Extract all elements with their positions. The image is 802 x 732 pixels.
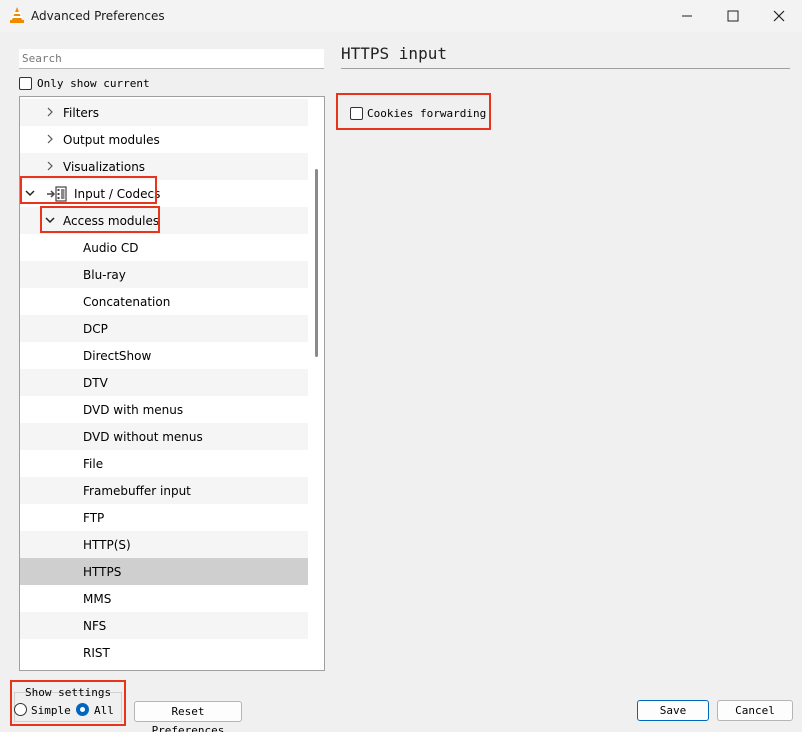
show-settings-label: Show settings: [25, 686, 112, 699]
tree-item-rist[interactable]: RIST: [20, 639, 308, 666]
tree-item-dvd-with-menus[interactable]: DVD with menus: [20, 396, 308, 423]
chevron-right-icon: [47, 161, 53, 171]
tree-scrollbar-thumb[interactable]: [315, 169, 318, 357]
preferences-tree[interactable]: Filters Output modules Visualizations In…: [19, 96, 325, 671]
tree-item-label: RIST: [83, 646, 110, 660]
tree-item-directshow[interactable]: DirectShow: [20, 342, 308, 369]
tree-item-file[interactable]: File: [20, 450, 308, 477]
tree-item-label: Output modules: [63, 133, 160, 147]
tree-item-label: HTTPS: [83, 565, 122, 579]
chevron-right-icon: [47, 107, 53, 117]
tree-item-audio-cd[interactable]: Audio CD: [20, 234, 308, 261]
tree-item-label: DVD with menus: [83, 403, 184, 417]
tree-item-https[interactable]: HTTPS: [20, 558, 308, 585]
vlc-cone-icon: [10, 7, 24, 23]
tree-item-label: Access modules: [63, 214, 160, 228]
tree-item-label: Audio CD: [83, 241, 139, 255]
cookies-forwarding-label: Cookies forwarding: [367, 107, 487, 120]
title-bar: Advanced Preferences: [0, 0, 802, 32]
cancel-button[interactable]: Cancel: [717, 700, 793, 721]
tree-item-label: HTTP(S): [83, 538, 131, 552]
tree-item-label: DTV: [83, 376, 108, 390]
all-label: All: [94, 704, 114, 717]
chevron-right-icon: [47, 134, 53, 144]
tree-item-access-modules[interactable]: Access modules: [20, 207, 308, 234]
all-radio[interactable]: [76, 703, 89, 716]
tree-item-nfs[interactable]: NFS: [20, 612, 308, 639]
search-input[interactable]: [19, 49, 324, 68]
tree-item-framebuffer-input[interactable]: Framebuffer input: [20, 477, 308, 504]
tree-item-label: Visualizations: [63, 160, 146, 174]
minimize-icon[interactable]: [664, 0, 710, 32]
tree-item-label: NFS: [83, 619, 107, 633]
only-show-current-label: Only show current: [37, 77, 150, 90]
window-title: Advanced Preferences: [31, 9, 165, 23]
maximize-icon[interactable]: [710, 0, 756, 32]
search-field[interactable]: [19, 49, 324, 69]
tree-item-label: FTP: [83, 511, 105, 525]
tree-item-mms[interactable]: MMS: [20, 585, 308, 612]
chevron-down-icon: [45, 217, 55, 224]
tree-item-label: Framebuffer input: [83, 484, 191, 498]
only-show-current-checkbox[interactable]: [19, 77, 32, 90]
tree-item-label: DCP: [83, 322, 108, 336]
simple-radio[interactable]: [14, 703, 27, 716]
tree-item-visualizations[interactable]: Visualizations: [20, 153, 308, 180]
tree-item-output-modules[interactable]: Output modules: [20, 126, 308, 153]
reset-preferences-button[interactable]: Reset Preferences: [134, 701, 242, 732]
tree-item-label: File: [83, 457, 104, 471]
input-codecs-icon: [47, 186, 67, 202]
tree-item-dcp[interactable]: DCP: [20, 315, 308, 342]
tree-item-label: DirectShow: [83, 349, 152, 363]
tree-item-http-s[interactable]: HTTP(S): [20, 531, 308, 558]
tree-item-dvd-without-menus[interactable]: DVD without menus: [20, 423, 308, 450]
simple-label: Simple: [31, 704, 71, 717]
title-divider: [341, 68, 790, 69]
tree-item-label: Input / Codecs: [74, 187, 161, 201]
close-icon[interactable]: [756, 0, 802, 32]
tree-item-label: Concatenation: [83, 295, 171, 309]
tree-item-blu-ray[interactable]: Blu-ray: [20, 261, 308, 288]
tree-item-concatenation[interactable]: Concatenation: [20, 288, 308, 315]
chevron-down-icon: [25, 190, 35, 197]
tree-item-dtv[interactable]: DTV: [20, 369, 308, 396]
save-button[interactable]: Save: [637, 700, 709, 721]
tree-item-label: Blu-ray: [83, 268, 126, 282]
tree-item-ftp[interactable]: FTP: [20, 504, 308, 531]
page-title: HTTPS input: [341, 44, 447, 63]
tree-item-filters[interactable]: Filters: [20, 99, 308, 126]
tree-item-label: DVD without menus: [83, 430, 203, 444]
tree-item-label: MMS: [83, 592, 112, 606]
tree-item-input-codecs[interactable]: Input / Codecs: [20, 180, 308, 207]
cookies-forwarding-checkbox[interactable]: [350, 107, 363, 120]
tree-item-label: Filters: [63, 106, 99, 120]
